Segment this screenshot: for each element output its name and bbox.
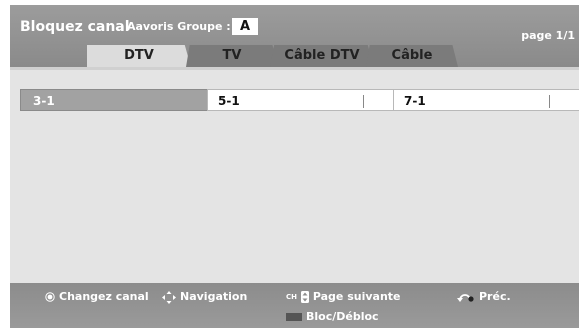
tab-dtv[interactable]: DTV <box>87 45 191 67</box>
back-arrow-icon <box>457 294 474 302</box>
ch-rocker-body-icon <box>300 291 309 303</box>
ch-rocker-icon: CH <box>286 293 297 301</box>
cell-divider <box>363 95 364 108</box>
channel-item-selected[interactable]: 3-1 <box>20 89 208 111</box>
tab-cable[interactable]: Câble <box>366 45 458 67</box>
channel-number: 5-1 <box>218 94 240 108</box>
hint-change-channel: Changez canal <box>45 290 149 303</box>
four-way-arrow-icon <box>162 290 176 304</box>
hint-block-unblock: Bloc/Débloc <box>286 310 379 323</box>
channel-item[interactable]: 5-1 <box>207 89 394 111</box>
header-bar: Bloquez canal Aavoris Groupe : A page 1/… <box>10 5 579 67</box>
cell-divider <box>549 95 550 108</box>
radio-dot-icon <box>45 292 55 302</box>
tab-tv[interactable]: TV <box>186 45 278 67</box>
hint-navigation: Navigation <box>162 290 247 304</box>
color-key-icon <box>286 313 302 321</box>
tab-underline <box>10 67 579 70</box>
channel-item[interactable]: 7-1 <box>393 89 579 111</box>
channel-number: 7-1 <box>404 94 426 108</box>
page-indicator: page 1/1 <box>521 29 575 42</box>
tab-cable-dtv[interactable]: Câble DTV <box>270 45 374 67</box>
channel-block-screen: Bloquez canal Aavoris Groupe : A page 1/… <box>10 5 579 328</box>
page-title: Bloquez canal <box>20 19 130 35</box>
favorite-group-selector[interactable]: A <box>232 18 258 35</box>
hint-next-page: CH Page suivante <box>286 290 401 303</box>
hint-previous: Préc. <box>457 290 511 303</box>
favorite-group-label: Aavoris Groupe : <box>127 20 231 33</box>
footer-help-bar: Changez canal Navigation CH Page suivant… <box>10 283 579 328</box>
